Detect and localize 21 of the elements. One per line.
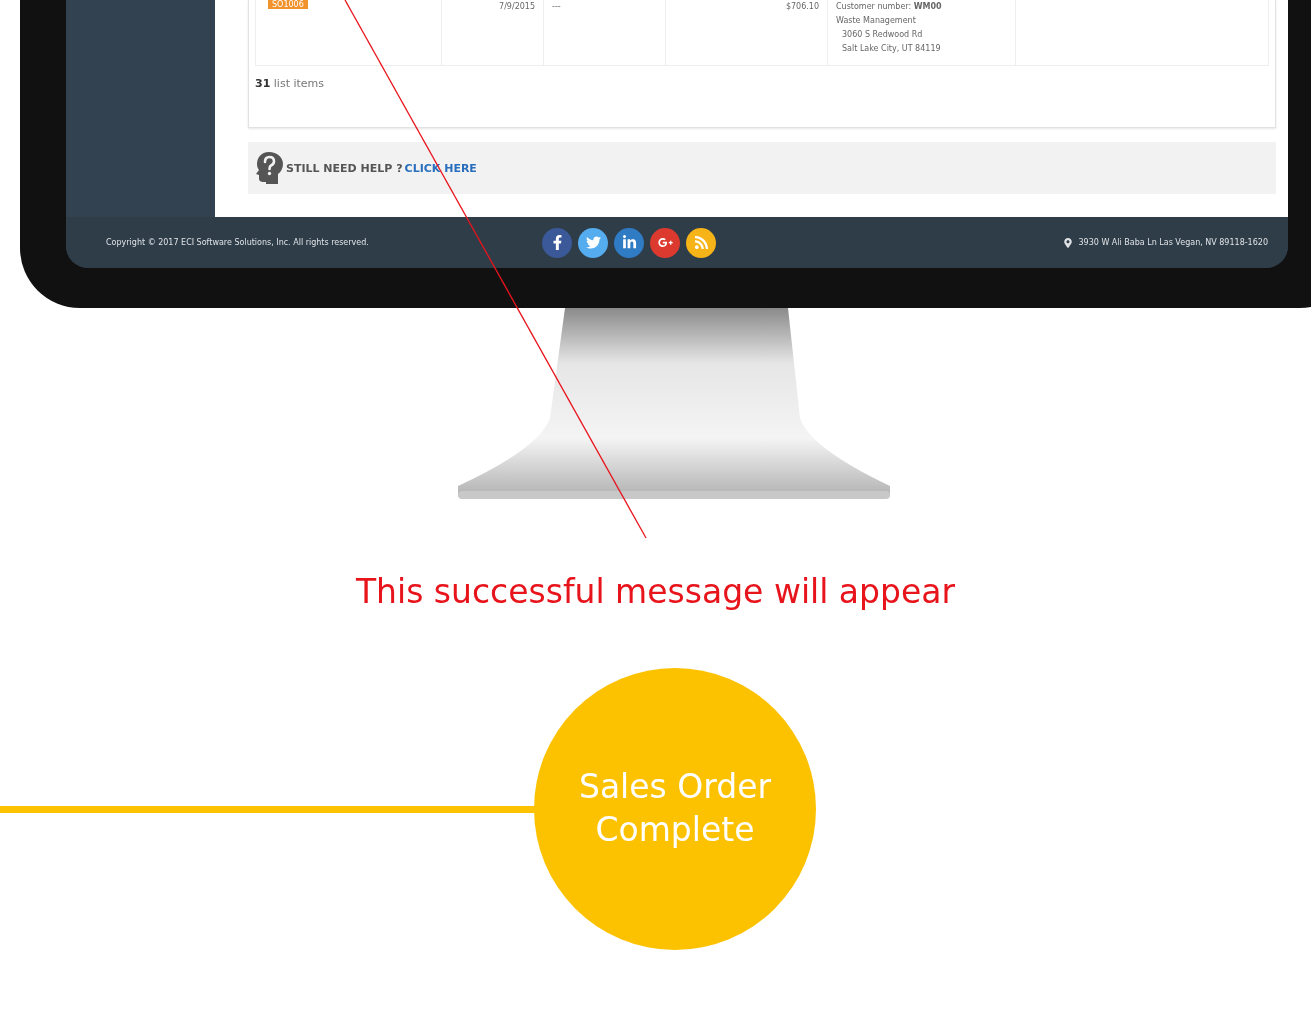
annotation-message: This successful message will appear <box>354 572 957 613</box>
rss-icon[interactable] <box>686 227 717 258</box>
address-line: 3060 S Redwood Rd <box>841 29 923 41</box>
help-text: STILL NEED HELP ? <box>286 161 403 175</box>
facebook-icon[interactable] <box>542 227 573 258</box>
step-circle: Sales Order Complete <box>534 668 816 950</box>
customer-name: Waste Management <box>836 15 916 27</box>
googleplus-icon[interactable] <box>650 227 681 258</box>
order-badge: SO1006 <box>268 0 308 9</box>
list-count: 31 list items <box>255 77 326 90</box>
address-line: Salt Lake City, UT 84119 <box>841 43 941 55</box>
customer-number: Customer number: WM00 <box>836 1 942 13</box>
help-head-icon <box>254 151 284 185</box>
location-pin-icon <box>1062 237 1073 248</box>
twitter-icon[interactable] <box>578 227 609 258</box>
table-cell-text: $706.10 <box>785 1 819 13</box>
table-cell-text: --- <box>552 1 561 13</box>
linkedin-icon[interactable] <box>614 227 645 258</box>
table-cell-text: 7/9/2015 <box>499 1 535 13</box>
address-text: 3930 W Ali Baba Ln Las Vegan, NV 89118-1620 <box>1078 238 1268 247</box>
copyright-text: Copyright © 2017 ECI Software Solutions, Inc. All rights reserved. <box>106 238 370 247</box>
